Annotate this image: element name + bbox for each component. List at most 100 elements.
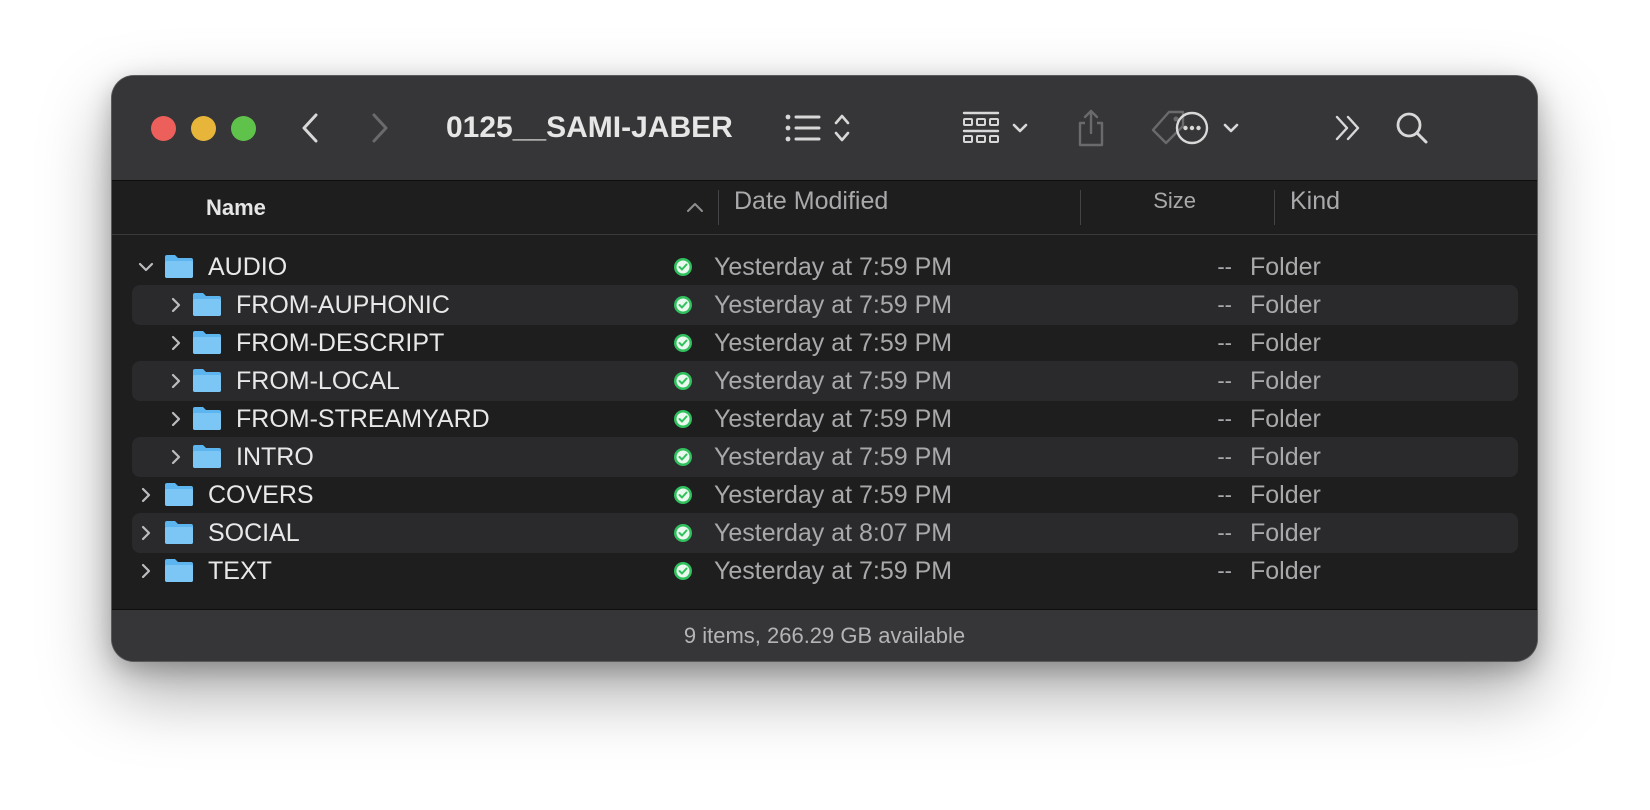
folder-icon — [165, 255, 193, 278]
window-title: 0125__SAMI-JABER — [446, 111, 733, 144]
file-name: SOCIAL — [208, 519, 300, 547]
share-icon — [1078, 109, 1104, 147]
view-options-button[interactable] — [784, 106, 864, 150]
toolbar: 0125__SAMI-JABER — [112, 76, 1537, 181]
column-size[interactable]: Size — [1096, 181, 1196, 221]
file-size: -- — [1217, 330, 1232, 355]
synced-check-icon — [674, 448, 692, 466]
synced-check-icon — [674, 258, 692, 276]
file-size: -- — [1217, 254, 1232, 279]
synced-check-icon — [674, 562, 692, 580]
disclosure-collapsed-icon[interactable] — [166, 447, 186, 467]
file-kind: Folder — [1250, 481, 1321, 509]
date-modified: Yesterday at 8:07 PM — [714, 519, 953, 547]
file-kind: Folder — [1250, 253, 1321, 281]
folder-icon — [165, 559, 193, 582]
list-item[interactable]: COVERS Yesterday at 7:59 PM -- Folder — [132, 475, 1518, 515]
disclosure-collapsed-icon[interactable] — [166, 333, 186, 353]
finder-window: 0125__SAMI-JABER Name Date Modified Size… — [112, 76, 1537, 661]
file-name: FROM-LOCAL — [236, 367, 400, 395]
grid-group-icon — [962, 111, 1028, 143]
column-divider[interactable] — [718, 190, 719, 225]
column-divider[interactable] — [1274, 190, 1275, 225]
file-kind: Folder — [1250, 367, 1321, 395]
synced-check-icon — [674, 524, 692, 542]
disclosure-collapsed-icon[interactable] — [166, 409, 186, 429]
column-header: Name Date Modified Size Kind — [112, 181, 1537, 235]
share-button[interactable] — [1074, 106, 1108, 150]
date-modified: Yesterday at 7:59 PM — [714, 253, 953, 281]
forward-button[interactable] — [366, 106, 394, 150]
file-size: -- — [1217, 444, 1232, 469]
disclosure-collapsed-icon[interactable] — [136, 523, 156, 543]
file-name: INTRO — [236, 443, 314, 471]
file-list: AUDIO Yesterday at 7:59 PM -- Folder FRO… — [112, 235, 1537, 585]
file-size: -- — [1217, 520, 1232, 545]
list-item[interactable]: FROM-DESCRIPT Yesterday at 7:59 PM -- Fo… — [132, 323, 1518, 363]
folder-icon — [165, 483, 193, 506]
date-modified: Yesterday at 7:59 PM — [714, 329, 953, 357]
synced-check-icon — [674, 410, 692, 428]
folder-icon — [165, 521, 193, 544]
double-chevron-right-icon — [1335, 115, 1360, 141]
file-name: FROM-STREAMYARD — [236, 405, 490, 433]
synced-check-icon — [674, 296, 692, 314]
column-date-modified[interactable]: Date Modified — [734, 181, 888, 221]
close-button[interactable] — [151, 116, 176, 141]
synced-check-icon — [674, 486, 692, 504]
column-name[interactable]: Name — [206, 181, 266, 234]
file-size: -- — [1217, 406, 1232, 431]
file-name: FROM-AUPHONIC — [236, 291, 450, 319]
file-size: -- — [1217, 292, 1232, 317]
date-modified: Yesterday at 7:59 PM — [714, 367, 953, 395]
more-toolbar-button[interactable] — [1334, 106, 1364, 150]
file-name: FROM-DESCRIPT — [236, 329, 445, 357]
action-button[interactable] — [1175, 106, 1249, 150]
file-kind: Folder — [1250, 329, 1321, 357]
date-modified: Yesterday at 7:59 PM — [714, 481, 953, 509]
file-kind: Folder — [1250, 291, 1321, 319]
folder-icon — [193, 293, 221, 316]
synced-check-icon — [674, 334, 692, 352]
status-bar: 9 items, 266.29 GB available — [112, 609, 1537, 661]
disclosure-collapsed-icon[interactable] — [136, 485, 156, 505]
search-icon — [1396, 112, 1428, 144]
group-button[interactable] — [962, 106, 1032, 150]
folder-icon — [193, 407, 221, 430]
synced-check-icon — [674, 372, 692, 390]
list-item[interactable]: INTRO Yesterday at 7:59 PM -- Folder — [132, 437, 1518, 477]
list-item[interactable]: TEXT Yesterday at 7:59 PM -- Folder — [132, 551, 1518, 591]
ellipsis-circle-icon — [1175, 111, 1239, 145]
file-kind: Folder — [1250, 557, 1321, 585]
folder-icon — [193, 369, 221, 392]
file-size: -- — [1217, 482, 1232, 507]
disclosure-collapsed-icon[interactable] — [136, 561, 156, 581]
disclosure-expanded-icon[interactable] — [136, 257, 156, 277]
column-divider[interactable] — [1080, 190, 1081, 225]
disclosure-collapsed-icon[interactable] — [166, 371, 186, 391]
list-item[interactable]: FROM-LOCAL Yesterday at 7:59 PM -- Folde… — [132, 361, 1518, 401]
folder-icon — [193, 331, 221, 354]
chevron-right-icon — [372, 113, 388, 143]
file-size: -- — [1217, 558, 1232, 583]
list-item[interactable]: FROM-STREAMYARD Yesterday at 7:59 PM -- … — [132, 399, 1518, 439]
back-button[interactable] — [296, 106, 324, 150]
list-item[interactable]: AUDIO Yesterday at 7:59 PM -- Folder — [132, 247, 1518, 287]
date-modified: Yesterday at 7:59 PM — [714, 291, 953, 319]
file-kind: Folder — [1250, 519, 1321, 547]
sort-ascending-icon[interactable] — [685, 199, 705, 215]
list-item[interactable]: SOCIAL Yesterday at 8:07 PM -- Folder — [132, 513, 1518, 553]
date-modified: Yesterday at 7:59 PM — [714, 443, 953, 471]
maximize-button[interactable] — [231, 116, 256, 141]
minimize-button[interactable] — [191, 116, 216, 141]
disclosure-collapsed-icon[interactable] — [166, 295, 186, 315]
column-kind[interactable]: Kind — [1290, 181, 1340, 221]
file-name: TEXT — [208, 557, 272, 585]
list-item[interactable]: FROM-AUPHONIC Yesterday at 7:59 PM -- Fo… — [132, 285, 1518, 325]
file-name: COVERS — [208, 481, 314, 509]
search-button[interactable] — [1394, 106, 1430, 150]
chevron-left-icon — [302, 113, 318, 143]
file-kind: Folder — [1250, 443, 1321, 471]
list-view-icon — [785, 114, 850, 142]
file-kind: Folder — [1250, 405, 1321, 433]
